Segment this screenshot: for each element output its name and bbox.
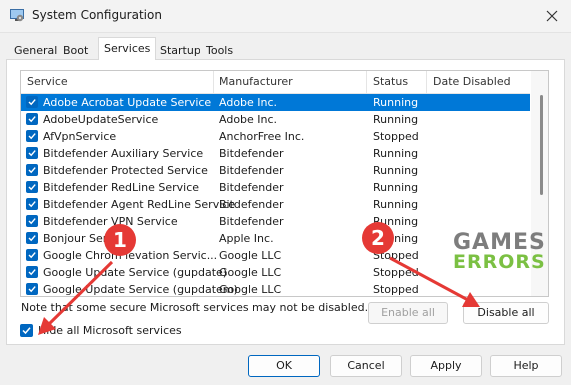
arrow-1-line	[46, 260, 114, 327]
tab-services[interactable]: Services	[98, 37, 157, 60]
annotation-badge-1: 1	[104, 224, 136, 256]
annotation-badge-2: 2	[362, 222, 394, 254]
arrow-2-line	[389, 256, 469, 302]
annotation-arrows	[38, 256, 480, 335]
